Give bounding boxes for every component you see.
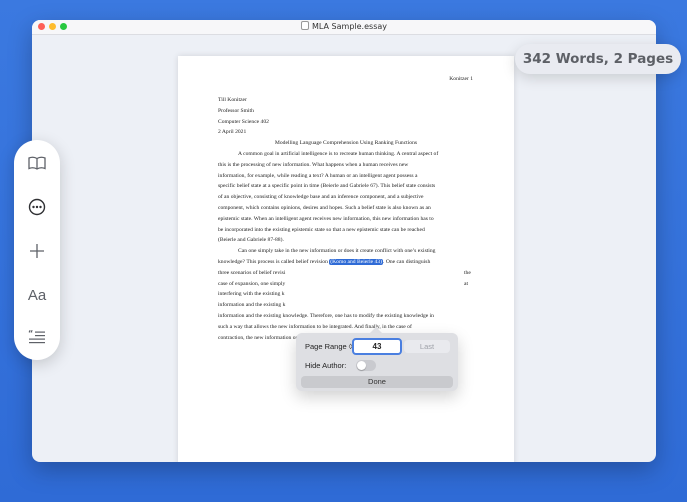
page-header-right: Konitzer 1 [449,76,473,82]
paragraph-line: case of expansion, one simply at [218,279,474,290]
last-page-input[interactable]: Last [404,340,450,353]
professor-line: Professor Smith [218,107,254,114]
paragraph-line: information and the existing k [218,302,286,309]
side-toolbar: Aa “ [14,140,60,360]
document-icon [301,21,309,30]
paragraph-line: specific belief state at a specific poin… [218,183,436,190]
author-line: Till Konitzer [218,97,247,103]
text-segment: . One can distinguish [383,258,431,265]
selected-citation[interactable]: (Komo and Beierle 43) [329,258,384,265]
font-style-icon[interactable]: Aa [22,280,52,310]
paragraph-line: such a way that allows the new informati… [218,323,412,330]
window-title: MLA Sample.essay [32,21,656,31]
app-window: MLA Sample.essay Konitzer 1 Till Konitze… [32,20,656,462]
paragraph-line: of an objective, consisting of knowledge… [218,194,424,201]
more-options-icon[interactable] [22,192,52,222]
paragraph-line: Can one simply take in the new informati… [238,248,436,255]
text-segment: the [464,269,471,276]
paragraph-line: component, which contains opinions, desi… [218,204,431,211]
title-bar: MLA Sample.essay [32,20,656,35]
page-range-input[interactable]: 43 [352,338,402,355]
paragraph-line: (Beierle and Gabriele 87-88). [218,237,284,244]
paragraph-line: this is the processing of new informatio… [218,161,409,168]
heading-block: Till Konitzer Professor Smith Computer S… [218,56,474,343]
paragraph-line: be incorporated into the existing episte… [218,226,425,233]
page-range-dropdown[interactable]: Page Range ◊ [305,342,353,351]
book-icon[interactable] [22,148,52,178]
paragraph-line: A common goal in artificial intelligence… [238,150,439,157]
date-line: 2 April 2021 [218,129,247,136]
hide-author-toggle[interactable] [356,360,376,371]
document-page[interactable]: Konitzer 1 Till Konitzer Professor Smith… [178,56,514,462]
paragraph-line: interfering with the existing k [218,291,285,298]
text-segment: at [464,280,469,287]
word-count-badge[interactable]: 342 Words, 2 Pages [515,44,681,74]
done-button[interactable]: Done [301,376,453,388]
paragraph-line: epistemic state. When an intelligent age… [218,215,434,222]
text-segment: three scenarios of belief revisi [218,269,286,276]
add-icon[interactable] [22,236,52,266]
course-line: Computer Science 402 [218,118,269,125]
hide-author-label: Hide Author: [305,361,347,370]
svg-text:“: “ [28,329,33,338]
text-segment: knowledge? This process is called belief… [218,258,330,265]
toggle-knob [357,361,366,370]
paragraph-line: information and the existing knowledge. … [218,312,434,319]
text-segment: case of expansion, one simply [218,280,286,287]
citation-list-icon[interactable]: “ [22,322,52,352]
paragraph-line-with-citation: knowledge? This process is called belief… [218,257,474,268]
paragraph-line: information, for example, while reading … [218,172,418,179]
window-title-text: MLA Sample.essay [312,22,387,31]
essay-title: Modelling Language Comprehension Using R… [274,140,418,147]
paragraph-line: three scenarios of belief revisi the [218,268,474,279]
citation-popover: Page Range ◊ 43 Last Hide Author: Done [296,327,458,391]
